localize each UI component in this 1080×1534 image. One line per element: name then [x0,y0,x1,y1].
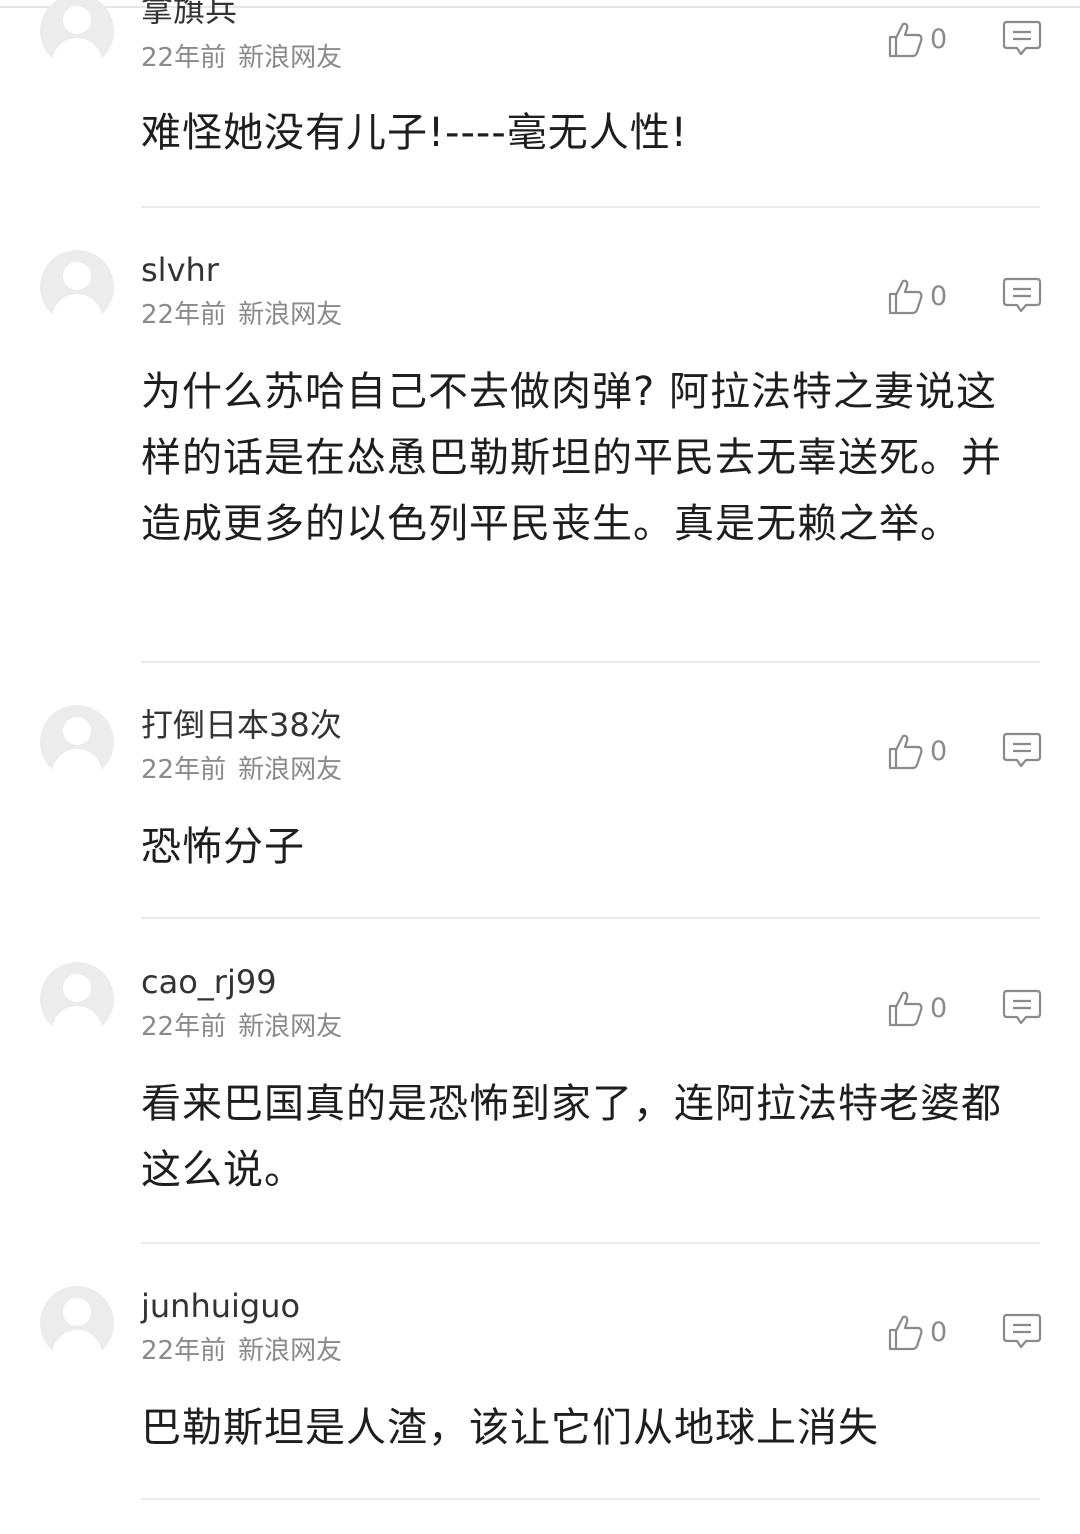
like-button[interactable]: 0 [886,732,947,772]
comment-divider [141,661,1040,663]
like-button[interactable]: 0 [886,277,947,317]
comment-bubble-icon [1002,730,1042,770]
thumbs-up-icon [886,732,926,772]
avatar[interactable] [40,962,114,1036]
comment-time: 22年前 [141,300,227,330]
comment-meta: 22年前 新浪网友 [141,754,342,786]
like-button[interactable]: 0 [886,989,947,1029]
comment-username[interactable]: slvhr [141,250,219,290]
reply-button[interactable] [1002,1311,1042,1351]
comment-text: 为什么苏哈自己不去做肉弹? 阿拉法特之妻说这样的话是在怂恿巴勒斯坦的平民去无辜送… [141,369,1002,547]
comment-text: 恐怖分子 [141,824,305,870]
like-button[interactable]: 0 [886,20,947,60]
comment-time: 22年前 [141,1012,227,1042]
comment-username[interactable]: junhuiguo [141,1286,300,1326]
comment-source: 新浪网友 [238,1012,343,1042]
comment-text: 看来巴国真的是恐怖到家了，连阿拉法特老婆都这么说。 [141,1081,1002,1193]
reply-button[interactable] [1002,987,1042,1027]
reply-button[interactable] [1002,730,1042,770]
comment-bubble-icon [1002,18,1042,58]
comment-source: 新浪网友 [238,755,343,785]
comment-meta: 22年前 新浪网友 [141,1335,342,1367]
thumbs-up-icon [886,20,926,60]
like-count: 0 [930,24,948,55]
like-count: 0 [930,736,948,767]
comment-source: 新浪网友 [238,43,343,73]
avatar[interactable] [40,0,114,68]
comment-divider [141,1498,1040,1500]
comment-text: 难怪她没有儿子!----毫无人性! [141,110,688,156]
comment-time: 22年前 [141,1336,227,1366]
like-count: 0 [930,993,948,1024]
comment-meta: 22年前 新浪网友 [141,299,342,331]
comment-username[interactable]: 拿旗兵 [141,0,237,30]
comment-time: 22年前 [141,43,227,73]
comment-username[interactable]: 打倒日本38次 [141,705,342,745]
comment-meta: 22年前 新浪网友 [141,1011,342,1043]
thumbs-up-icon [886,1313,926,1353]
comment-divider [141,917,1040,919]
like-count: 0 [930,1317,948,1348]
comment-divider [141,206,1040,208]
avatar[interactable] [40,705,114,779]
comment-username[interactable]: cao_rj99 [141,962,277,1002]
thumbs-up-icon [886,277,926,317]
comment-bubble-icon [1002,987,1042,1027]
avatar[interactable] [40,250,114,324]
reply-button[interactable] [1002,18,1042,58]
comment-source: 新浪网友 [238,1336,343,1366]
comment-bubble-icon [1002,1311,1042,1351]
comment-meta: 22年前 新浪网友 [141,42,342,74]
avatar[interactable] [40,1286,114,1360]
thumbs-up-icon [886,989,926,1029]
comment-divider [141,1242,1040,1244]
comment-bubble-icon [1002,275,1042,315]
comment-source: 新浪网友 [238,300,343,330]
reply-button[interactable] [1002,275,1042,315]
like-count: 0 [930,281,948,312]
comment-time: 22年前 [141,755,227,785]
comment-text: 巴勒斯坦是人渣，该让它们从地球上消失 [141,1405,879,1451]
like-button[interactable]: 0 [886,1313,947,1353]
